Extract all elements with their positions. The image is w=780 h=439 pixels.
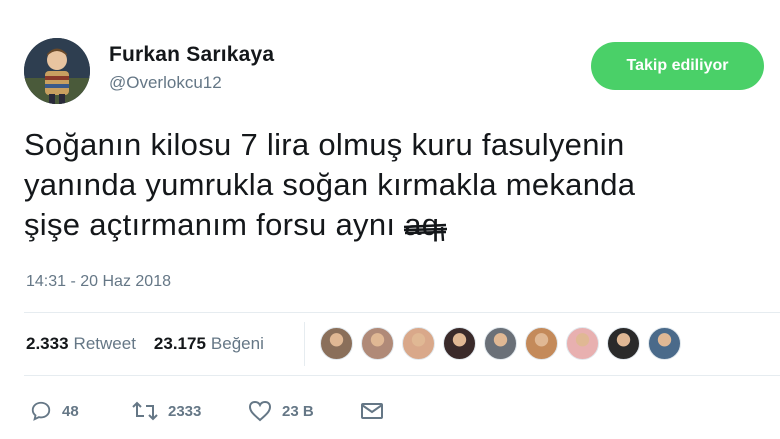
tweet-line-3-text: şişe açtırmanım forsu aynı <box>24 207 396 242</box>
retweets-label[interactable]: Retweet <box>74 334 136 354</box>
liker-avatar-4[interactable] <box>443 327 476 360</box>
tweet-line-3: şişe açtırmanım forsu aynı aq <box>24 205 764 245</box>
reply-button[interactable]: 48 <box>30 400 132 422</box>
tweet-stats: 2.333 Retweet 23.175 Beğeni <box>26 329 282 359</box>
liker-avatars <box>320 327 689 360</box>
liker-avatar-6[interactable] <box>525 327 558 360</box>
user-info: Furkan Sarıkaya @Overlokcu12 <box>109 43 274 93</box>
user-avatar[interactable] <box>24 38 90 104</box>
tweet-text: Soğanın kilosu 7 lira olmuş kuru fasulye… <box>24 125 764 245</box>
liker-avatar-5[interactable] <box>484 327 517 360</box>
liker-avatar-8[interactable] <box>607 327 640 360</box>
liker-avatar-9[interactable] <box>648 327 681 360</box>
liker-avatar-2[interactable] <box>361 327 394 360</box>
divider <box>24 312 780 313</box>
tweet-header: Furkan Sarıkaya @Overlokcu12 Takip edili… <box>24 38 764 104</box>
heart-icon <box>248 400 272 422</box>
following-button[interactable]: Takip ediliyor <box>591 42 764 90</box>
profile-photo <box>24 38 90 104</box>
retweet-count: 2333 <box>168 402 202 420</box>
like-button[interactable]: 23 B <box>248 400 360 422</box>
reply-icon <box>31 401 51 421</box>
stats-separator <box>304 322 305 366</box>
scribble-icon <box>404 223 448 241</box>
likes-count[interactable]: 23.175 <box>154 334 206 354</box>
retweet-button[interactable]: 2333 <box>132 400 248 422</box>
like-count: 23 B <box>282 402 314 420</box>
envelope-icon <box>361 403 383 419</box>
liker-avatar-3[interactable] <box>402 327 435 360</box>
liker-avatar-1[interactable] <box>320 327 353 360</box>
retweet-icon <box>132 401 158 421</box>
retweets-count[interactable]: 2.333 <box>26 334 69 354</box>
tweet-line-1: Soğanın kilosu 7 lira olmuş kuru fasulye… <box>24 127 625 162</box>
tweet-timestamp[interactable]: 14:31 - 20 Haz 2018 <box>26 273 171 291</box>
divider <box>24 375 780 376</box>
reply-count: 48 <box>62 402 79 420</box>
scribbled-word: aq <box>404 205 448 245</box>
display-name[interactable]: Furkan Sarıkaya <box>109 43 274 67</box>
liker-avatar-7[interactable] <box>566 327 599 360</box>
likes-label[interactable]: Beğeni <box>211 334 264 354</box>
direct-message-button[interactable] <box>360 401 384 421</box>
tweet-line-2: yanında yumrukla soğan kırmakla mekanda <box>24 167 636 202</box>
tweet-actions: 48 2333 23 B <box>30 397 384 425</box>
user-handle[interactable]: @Overlokcu12 <box>109 73 274 93</box>
